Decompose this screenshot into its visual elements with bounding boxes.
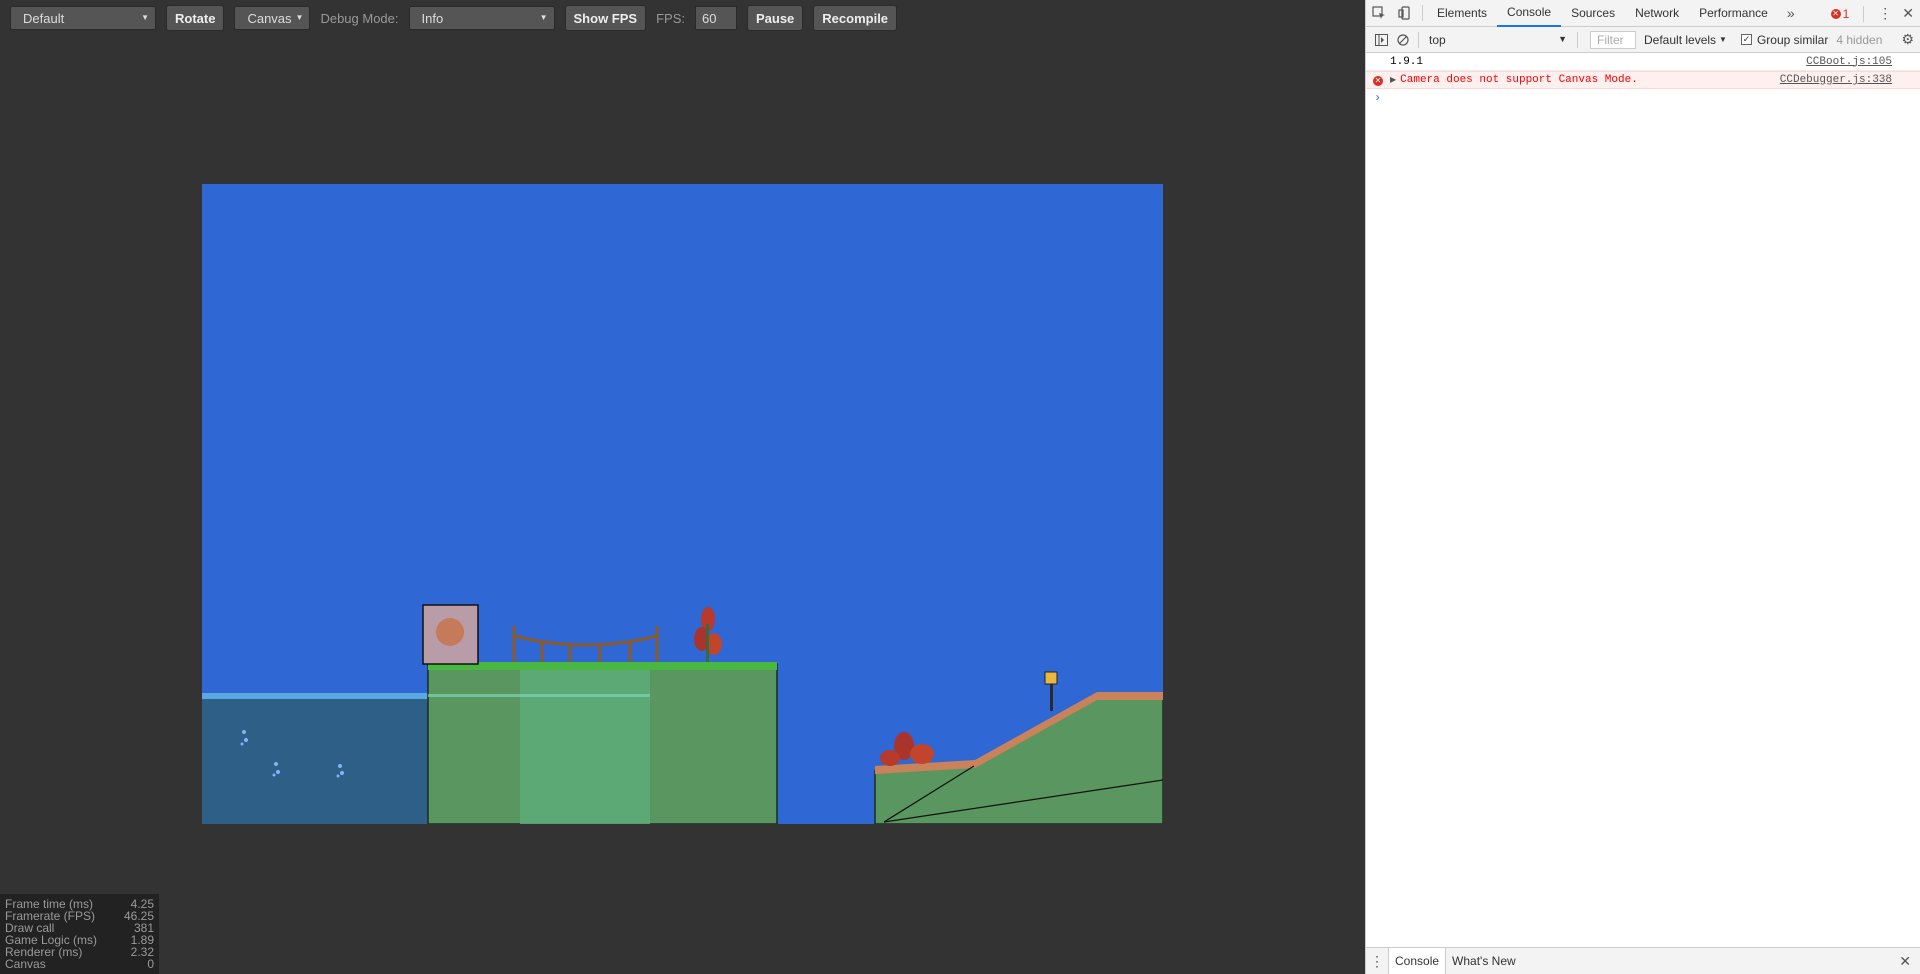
tab-console[interactable]: Console — [1497, 0, 1562, 27]
drawer-tab-console[interactable]: Console — [1388, 948, 1447, 974]
pause-button[interactable]: Pause — [746, 5, 804, 31]
devtools-tabbar: Elements Console Sources Network Perform… — [1366, 0, 1920, 27]
chevron-down-icon: ▼ — [1719, 35, 1727, 44]
inspect-element-icon[interactable] — [1366, 0, 1392, 26]
debug-mode-label: Debug Mode: — [320, 10, 399, 26]
levels-label: Default levels — [1644, 32, 1717, 47]
clear-console-icon[interactable] — [1392, 27, 1414, 53]
preview-toolbar: Default ▼ Rotate Canvas ▼ Debug Mode: In… — [0, 0, 1365, 36]
group-similar-checkbox[interactable]: ✓ Group similar — [1740, 32, 1829, 47]
kebab-menu-icon[interactable]: ⋮ — [1366, 948, 1388, 974]
game-canvas[interactable] — [202, 184, 1163, 824]
water-pool — [202, 694, 428, 824]
expand-triangle-icon[interactable]: ▶ — [1390, 75, 1396, 85]
error-counter[interactable]: ✕ 1 — [1830, 6, 1850, 21]
tab-elements[interactable]: Elements — [1427, 0, 1497, 27]
bottom-drawer: ⋮ Console What's New ✕ — [1366, 947, 1920, 974]
context-value: top — [1429, 32, 1446, 47]
lamp-post — [1044, 671, 1058, 711]
water-surface — [202, 693, 428, 699]
console-error-line: ✕ ▶ Camera does not support Canvas Mode.… — [1366, 71, 1920, 89]
divider — [1422, 5, 1423, 21]
tab-performance[interactable]: Performance — [1689, 0, 1778, 27]
fps-input[interactable]: 60 — [694, 6, 737, 30]
chevron-down-icon: ▼ — [539, 13, 548, 22]
renderer-value: Canvas — [247, 10, 292, 26]
console-output: 1.9.1 CCBoot.js:105 ✕ ▶ Camera does not … — [1366, 53, 1920, 107]
source-link[interactable]: CCBoot.js:105 — [1806, 56, 1892, 68]
resolution-select[interactable]: Default ▼ — [10, 6, 156, 30]
resolution-value: Default — [23, 10, 65, 26]
stat-row: Canvas 0 — [5, 958, 154, 970]
checkmark-icon: ✓ — [1740, 34, 1752, 45]
tab-network[interactable]: Network — [1625, 0, 1689, 27]
stat-label: Canvas — [5, 957, 46, 971]
stats-panel: Frame time (ms) 4.25 Framerate (FPS) 46.25… — [0, 894, 159, 974]
recompile-button[interactable]: Recompile — [813, 5, 898, 31]
filter-input[interactable]: Filter — [1590, 30, 1636, 49]
error-icon: ✕ — [1830, 8, 1841, 19]
red-bush — [880, 732, 934, 766]
close-icon[interactable]: ✕ — [1902, 5, 1914, 22]
debug-mode-select[interactable]: Info ▼ — [408, 6, 555, 30]
divider — [1577, 31, 1578, 48]
tab-sources[interactable]: Sources — [1561, 0, 1625, 27]
rotate-button[interactable]: Rotate — [166, 5, 225, 31]
hidden-count: 4 hidden — [1836, 32, 1883, 47]
renderer-select[interactable]: Canvas ▼ — [234, 6, 311, 30]
gear-icon[interactable]: ⚙ — [1901, 31, 1914, 48]
prompt-chevron-icon: › — [1374, 91, 1382, 105]
console-prompt[interactable]: › — [1366, 89, 1920, 107]
game-preview-area: Default ▼ Rotate Canvas ▼ Debug Mode: In… — [0, 0, 1365, 974]
error-icon: ✕ — [1373, 76, 1383, 86]
error-count: 1 — [1842, 6, 1850, 21]
debug-mode-value: Info — [421, 10, 444, 26]
chevron-down-icon: ▼ — [295, 13, 304, 22]
waterfall-overlay — [520, 670, 650, 824]
grass-top — [428, 662, 777, 670]
game-scene — [202, 604, 1163, 824]
divider — [1418, 31, 1419, 48]
character-head — [436, 618, 464, 646]
console-toolbar: top ▼ Filter Default levels ▼ ✓ Group si… — [1366, 27, 1920, 53]
fps-label: FPS: — [656, 10, 685, 26]
divider — [1863, 5, 1865, 22]
close-icon[interactable]: ✕ — [1899, 953, 1911, 970]
drawer-tab-whats-new[interactable]: What's New — [1446, 948, 1522, 974]
console-message: Camera does not support Canvas Mode. — [1400, 74, 1638, 86]
console-line: 1.9.1 CCBoot.js:105 — [1366, 53, 1920, 71]
devtools-panel: Elements Console Sources Network Perform… — [1365, 0, 1920, 974]
rope-bridge — [512, 626, 659, 662]
sidebar-toggle-icon[interactable] — [1370, 27, 1392, 53]
more-tabs-icon[interactable]: » — [1778, 0, 1804, 26]
red-plant — [694, 607, 722, 662]
water-line — [428, 694, 650, 697]
kebab-menu-icon[interactable]: ⋮ — [1878, 5, 1892, 22]
chevron-down-icon: ▼ — [1558, 33, 1567, 44]
chevron-down-icon: ▼ — [141, 13, 149, 22]
show-fps-button[interactable]: Show FPS — [564, 5, 647, 31]
log-levels-select[interactable]: Default levels ▼ — [1644, 33, 1727, 47]
group-similar-label: Group similar — [1756, 32, 1829, 47]
context-select[interactable]: top ▼ — [1423, 30, 1573, 50]
source-link[interactable]: CCDebugger.js:338 — [1780, 74, 1892, 86]
device-toolbar-icon[interactable] — [1392, 0, 1418, 26]
stat-value: 0 — [147, 957, 154, 971]
console-message: 1.9.1 — [1390, 55, 1424, 68]
